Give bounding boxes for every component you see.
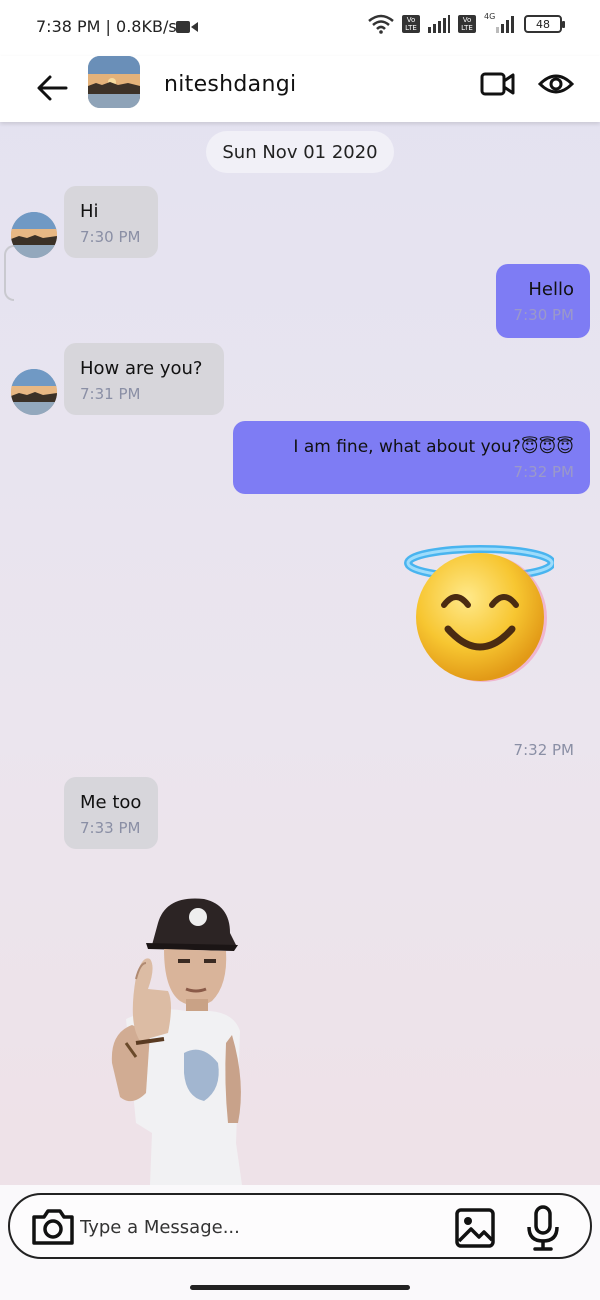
message-bubble-outgoing[interactable]: I am fine, what about you?😇😇😇 7:32 PM [233,421,590,494]
back-arrow-icon [37,75,68,101]
composer-area [0,1185,600,1300]
sticker-halo-emoji[interactable] [404,545,556,685]
volte-badge: Vo LTE [402,15,420,33]
message-time: 7:32 PM [513,463,574,481]
composer-bar [8,1193,592,1259]
message-text: I am fine, what about you?😇😇😇 [293,437,574,457]
sticker-thumbs-up-person[interactable] [106,893,248,1185]
gallery-button[interactable] [454,1207,496,1249]
message-text: Hi [80,201,99,222]
message-bubble-incoming[interactable]: Hi 7:30 PM [64,186,158,258]
image-icon [455,1208,495,1248]
edge-swipe-handle[interactable] [4,245,14,301]
status-time: 7:38 PM | 0.8KB/s [36,17,177,36]
wifi-icon [368,14,394,34]
message-time: 7:30 PM [80,228,141,246]
screen-record-icon [176,21,198,33]
message-text: Hello [528,279,574,300]
eye-icon [537,74,575,94]
camera-button[interactable] [30,1207,76,1247]
network-type: 4G [484,12,516,33]
contact-avatar[interactable] [88,56,140,108]
message-bubble-incoming[interactable]: Me too 7:33 PM [64,777,158,849]
status-indicators: Vo LTE Vo LTE 4G 48 [368,12,565,34]
battery-indicator: 48 [524,15,565,33]
message-time: 7:33 PM [80,819,141,837]
thumbs-up-person-icon [111,898,242,1185]
avatar-sunset-image [88,56,140,108]
message-text: Me too [80,792,142,813]
volte-badge-2: Vo LTE [458,15,476,33]
message-bubble-incoming[interactable]: How are you? 7:31 PM [64,343,224,415]
microphone-icon [527,1205,559,1251]
voice-record-button[interactable] [526,1205,560,1251]
signal-icon-2 [496,16,514,33]
home-indicator[interactable] [190,1285,410,1290]
sender-avatar[interactable] [11,212,57,258]
view-once-button[interactable] [537,70,575,102]
back-button[interactable] [34,70,70,106]
message-time: 7:30 PM [513,306,574,324]
sender-avatar[interactable] [11,369,57,415]
message-input[interactable] [80,1209,440,1245]
signal-icon [428,15,450,33]
video-call-button[interactable] [480,70,516,102]
avatar-sunset-image [11,212,57,258]
sticker-time: 7:32 PM [513,741,574,759]
chat-header: niteshdangi [0,56,600,122]
message-text: How are you? [80,358,203,379]
avatar-sunset-image [11,369,57,415]
contact-name[interactable]: niteshdangi [164,72,296,97]
camera-icon [32,1209,74,1245]
date-separator: Sun Nov 01 2020 [206,131,394,173]
video-call-icon [480,72,515,96]
status-bar: 7:38 PM | 0.8KB/s Vo LTE Vo LTE 4G 48 [0,0,600,56]
message-bubble-outgoing[interactable]: Hello 7:30 PM [496,264,590,338]
battery-level: 48 [536,17,550,31]
smiling-face-with-halo-icon [404,545,556,682]
message-time: 7:31 PM [80,385,141,403]
